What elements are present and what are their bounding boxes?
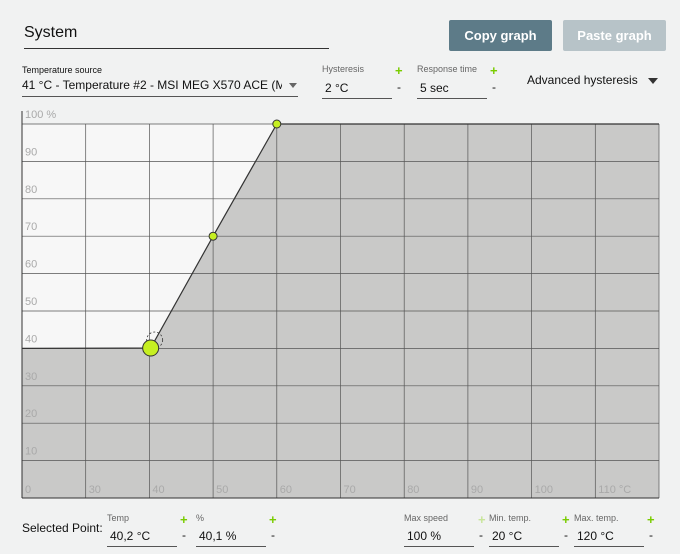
y-tick-label: 90 — [25, 146, 37, 158]
x-tick-label: 110 °C — [598, 484, 631, 496]
max-speed-value: 100 % — [407, 529, 442, 543]
x-tick-label: 40 — [152, 484, 164, 496]
percent-value: 40,1 % — [199, 529, 237, 543]
curve-point[interactable] — [272, 119, 282, 129]
max-temp-input[interactable]: 120 °C — [574, 526, 644, 547]
min-temp-plus-button[interactable]: + — [562, 513, 570, 526]
min-temp-value: 20 °C — [492, 529, 523, 543]
y-tick-label: 30 — [25, 371, 37, 383]
x-tick-label: 70 — [344, 484, 356, 496]
y-tick-label: 20 — [25, 408, 37, 420]
min-temp-minus-button[interactable]: - — [564, 528, 568, 542]
y-tick-label: 50 — [25, 296, 37, 308]
min-temp-input[interactable]: 20 °C — [489, 526, 559, 547]
temp-value: 40,2 °C — [110, 529, 151, 543]
x-tick-label: 50 — [216, 484, 228, 496]
x-tick-label: 80 — [407, 484, 419, 496]
x-tick-label: 100 — [535, 484, 553, 496]
y-tick-label: 10 — [25, 446, 37, 458]
max-speed-label: Max speed — [404, 513, 449, 523]
selected-curve-point[interactable] — [142, 339, 160, 357]
temp-label: Temp — [107, 513, 130, 523]
max-speed-plus-button: + — [478, 512, 486, 527]
max-temp-plus-button[interactable]: + — [647, 513, 655, 526]
percent-input[interactable]: 40,1 % — [196, 526, 266, 547]
selected-point-label: Selected Point: — [22, 521, 103, 535]
max-speed-input[interactable]: 100 % — [404, 526, 474, 547]
x-tick-label: 90 — [471, 484, 483, 496]
percent-minus-button[interactable]: - — [271, 528, 275, 542]
max-speed-minus-button[interactable]: - — [479, 528, 483, 542]
max-temp-minus-button[interactable]: - — [649, 528, 653, 542]
y-tick-label: 100 % — [25, 109, 56, 121]
temp-minus-button[interactable]: - — [182, 528, 186, 542]
curve-point[interactable] — [208, 231, 218, 241]
y-tick-label: 80 — [25, 184, 37, 196]
temp-plus-button[interactable]: + — [180, 513, 188, 526]
max-temp-label: Max. temp. — [574, 513, 619, 523]
y-tick-label: 70 — [25, 221, 37, 233]
min-temp-label: Min. temp. — [489, 513, 532, 523]
x-tick-label: 60 — [280, 484, 292, 496]
y-tick-label: 60 — [25, 259, 37, 271]
temp-input[interactable]: 40,2 °C — [107, 526, 177, 547]
x-tick-label: 0 — [25, 484, 31, 496]
fan-curve-graph[interactable]: 100 % 90 80 70 60 50 40 30 20 10 0 30 40 50 60 70 80 90 1… — [0, 0, 680, 554]
percent-plus-button[interactable]: + — [269, 513, 277, 526]
y-tick-label: 40 — [25, 333, 37, 345]
x-tick-label: 30 — [89, 484, 101, 496]
percent-label: % — [196, 513, 205, 523]
max-temp-value: 120 °C — [577, 529, 614, 543]
